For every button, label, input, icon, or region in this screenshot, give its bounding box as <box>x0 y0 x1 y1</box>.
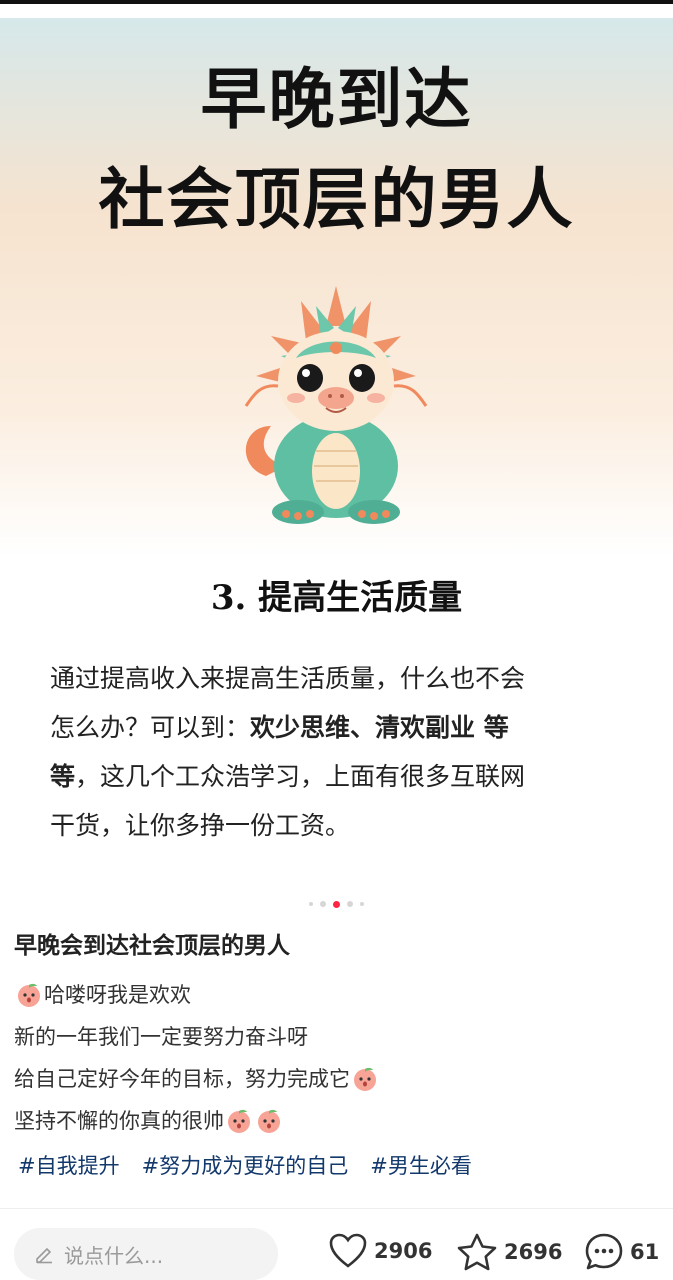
peach-face-emoji-icon <box>354 1067 376 1091</box>
like-button[interactable]: 2906 <box>328 1232 432 1270</box>
collect-count: 2696 <box>504 1240 563 1264</box>
cover-title-line2: 社会顶层的男人 <box>98 161 575 238</box>
cover-body-line: 等，这几个工众浩学习，上面有很多互联网 <box>50 762 526 791</box>
cover-body-line: 干货，让你多挣一份工资。 <box>50 811 351 840</box>
hashtag-list: #自我提升 #努力成为更好的自己 #男生必看 <box>18 1150 472 1180</box>
hashtag-link[interactable]: #努力成为更好的自己 <box>142 1150 349 1180</box>
hashtag-link[interactable]: #自我提升 <box>18 1150 120 1180</box>
peach-face-emoji-icon <box>258 1109 280 1133</box>
divider <box>0 1208 673 1209</box>
pencil-icon <box>36 1247 52 1264</box>
pager-dot <box>309 902 313 906</box>
top-edge <box>0 0 673 4</box>
image-pager <box>0 899 673 909</box>
peach-face-emoji-icon <box>228 1109 250 1133</box>
hashtag-link[interactable]: #男生必看 <box>370 1150 472 1180</box>
cover-title-line1: 早晚到达 <box>200 61 473 138</box>
cover-body-line: 怎么办？可以到：欢少思维、清欢副业 等 <box>50 713 509 742</box>
pager-dot <box>347 901 353 907</box>
section-heading: 3. 提高生活质量 <box>210 578 463 618</box>
pager-dot-active <box>333 900 340 908</box>
pager-dot <box>360 902 364 906</box>
peach-face-emoji-icon <box>18 983 40 1007</box>
comment-placeholder: 说点什么... <box>64 1243 164 1268</box>
collect-button[interactable]: 2696 <box>456 1232 562 1272</box>
desc-line: 坚持不懈的你真的很帅 <box>14 1100 654 1142</box>
desc-line: 哈喽呀我是欢欢 <box>14 974 654 1016</box>
dragon-illustration <box>244 286 428 524</box>
comment-button[interactable]: 61 <box>584 1232 659 1272</box>
pager-dot <box>320 901 326 907</box>
post-title: 早晚会到达社会顶层的男人 <box>14 933 290 959</box>
desc-line: 新的一年我们一定要努力奋斗呀 <box>14 1025 308 1049</box>
post-description: 哈喽呀我是欢欢 新的一年我们一定要努力奋斗呀 给自己定好今年的目标，努力完成它 … <box>14 974 654 1142</box>
cover-body-text: 通过提高收入来提高生活质量，什么也不会 怎么办？可以到：欢少思维、清欢副业 等 … <box>50 654 630 850</box>
bottom-action-bar: 说点什么... 2906 2696 61 <box>0 1222 673 1280</box>
like-count: 2906 <box>374 1239 433 1263</box>
star-icon <box>456 1232 498 1272</box>
cover-body-line: 通过提高收入来提高生活质量，什么也不会 <box>50 664 526 693</box>
comment-count: 61 <box>630 1240 660 1264</box>
note-image[interactable]: 早晚到达 社会顶层的男人 3. 提高生活质量 通过提高收入来提高生活质量，什么也… <box>0 18 673 888</box>
desc-line: 给自己定好今年的目标，努力完成它 <box>14 1058 654 1100</box>
heart-icon <box>328 1232 368 1270</box>
comment-bubble-icon <box>584 1232 624 1272</box>
comment-input[interactable]: 说点什么... <box>14 1228 278 1280</box>
